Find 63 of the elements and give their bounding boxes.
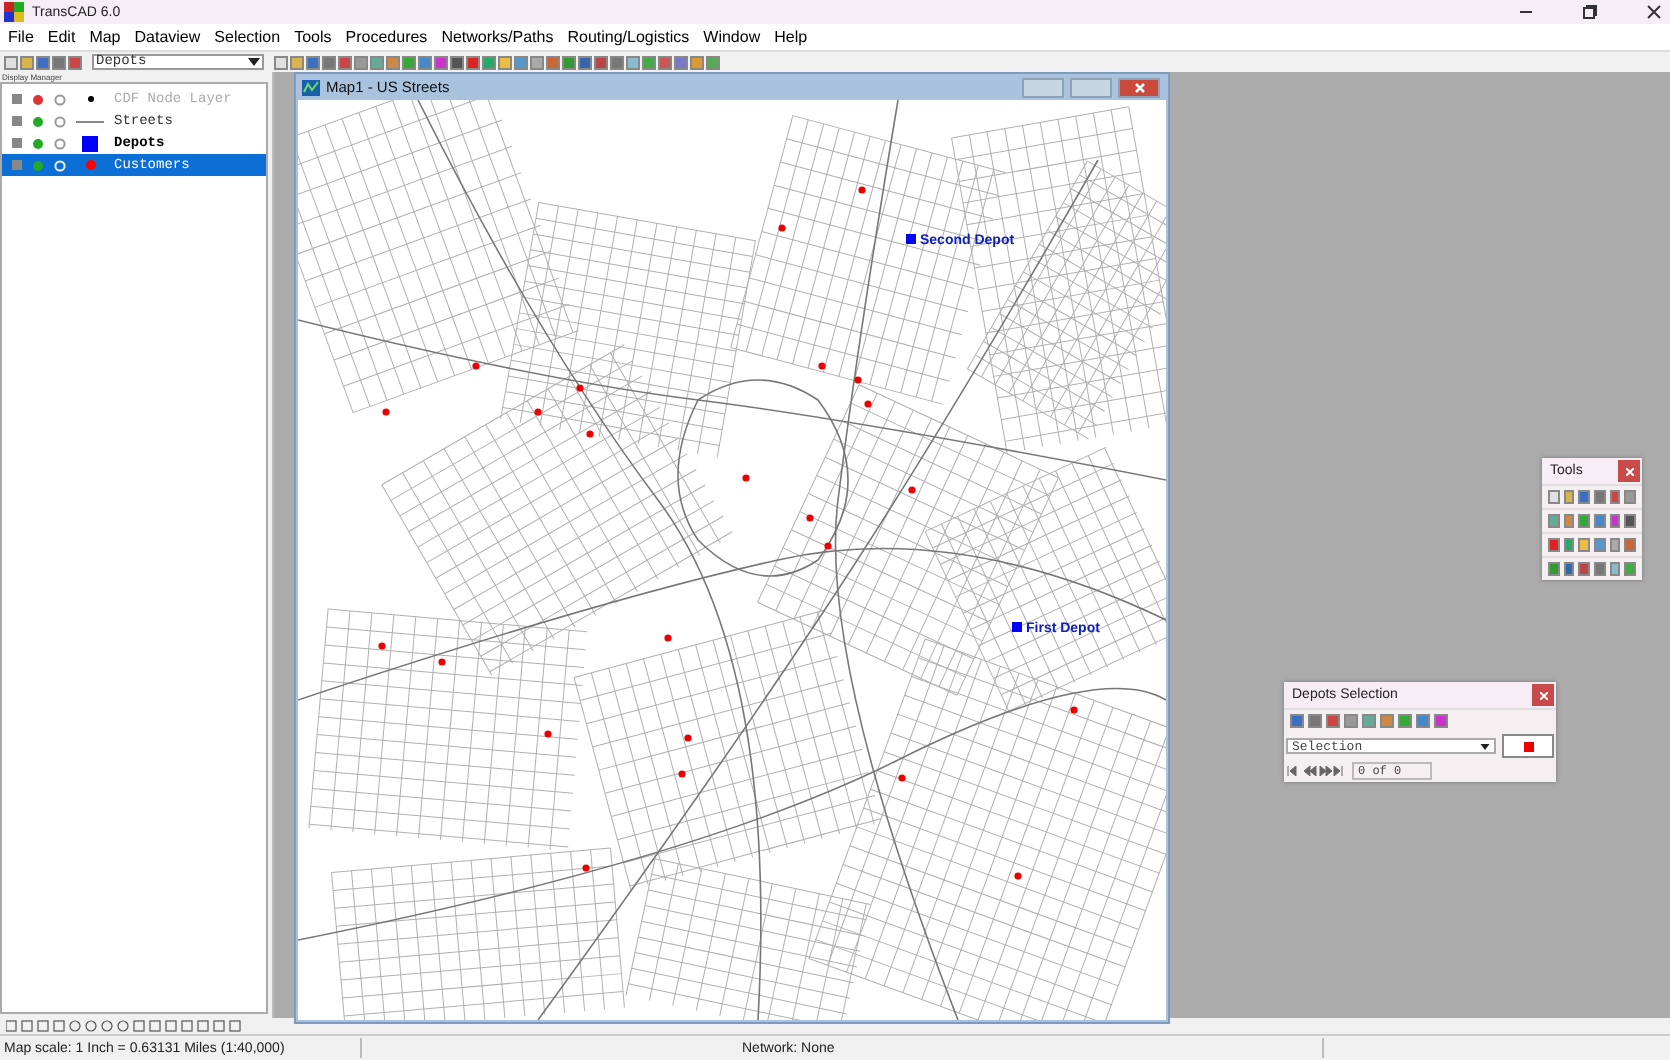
close-icon [1133,81,1145,93]
customer-point [806,514,814,522]
menu-item[interactable]: Networks/Paths [441,28,554,46]
app-logo-icon [4,2,24,22]
customer-point [582,864,590,872]
close-icon [1625,467,1633,475]
minimize-button[interactable] [1022,77,1064,97]
menu-item[interactable]: Routing/Logistics [567,28,690,46]
visibility-dot-icon[interactable] [32,159,44,171]
restore-icon[interactable] [1582,4,1598,20]
customer-point [824,542,832,550]
customer-point [586,430,594,438]
visibility-dot-icon[interactable] [32,115,44,127]
customer-point [544,730,552,738]
menu-item[interactable]: Edit [47,28,76,46]
close-button[interactable] [1118,77,1160,97]
customer-point [472,362,480,370]
record-navigation-icon[interactable] [1286,766,1346,776]
close-icon [1539,691,1547,699]
menu-item[interactable]: Tools [294,28,332,46]
drawing-tools-icon[interactable] [6,1020,246,1032]
customer-point [778,224,786,232]
menu-item[interactable]: File [8,28,34,46]
caret-icon [1480,743,1490,749]
visibility-dot-icon[interactable] [32,137,44,149]
customer-point [1070,706,1078,714]
depot-marker [1012,622,1022,632]
layer-handle-icon[interactable] [12,160,22,170]
depot-marker [906,234,916,244]
customer-point [378,642,386,650]
customer-point [858,186,866,194]
layer-handle-icon[interactable] [12,116,22,126]
customer-point [684,734,692,742]
customer-point [908,486,916,494]
close-button[interactable] [1618,460,1640,482]
layer-handle-icon[interactable] [12,94,22,104]
close-icon[interactable] [1646,4,1662,20]
customer-point [664,634,672,642]
line-symbol-icon [76,119,104,123]
close-button[interactable] [1532,684,1554,706]
menu-item[interactable]: Map [89,28,121,46]
customer-point [534,408,542,416]
color-button[interactable] [1502,734,1554,758]
visibility-dot-icon[interactable] [32,93,44,105]
menu-item[interactable]: Dataview [134,28,201,46]
customer-point [742,474,750,482]
caret-icon [248,58,260,66]
customer-point [864,400,872,408]
layer-handle-icon[interactable] [12,138,22,148]
customer-point [576,384,584,392]
customer-point [898,774,906,782]
customer-point [382,408,390,416]
menu-item[interactable]: Procedures [345,28,428,46]
customer-point [438,658,446,666]
menu-item[interactable]: Selection [214,28,281,46]
customer-point [678,770,686,778]
map-icon [302,79,320,95]
menu-item[interactable]: Help [774,28,808,46]
node-symbol-icon [87,96,93,102]
customer-point [818,362,826,370]
menu-item[interactable]: Window [703,28,761,46]
customer-point [854,376,862,384]
customer-point [1014,872,1022,880]
